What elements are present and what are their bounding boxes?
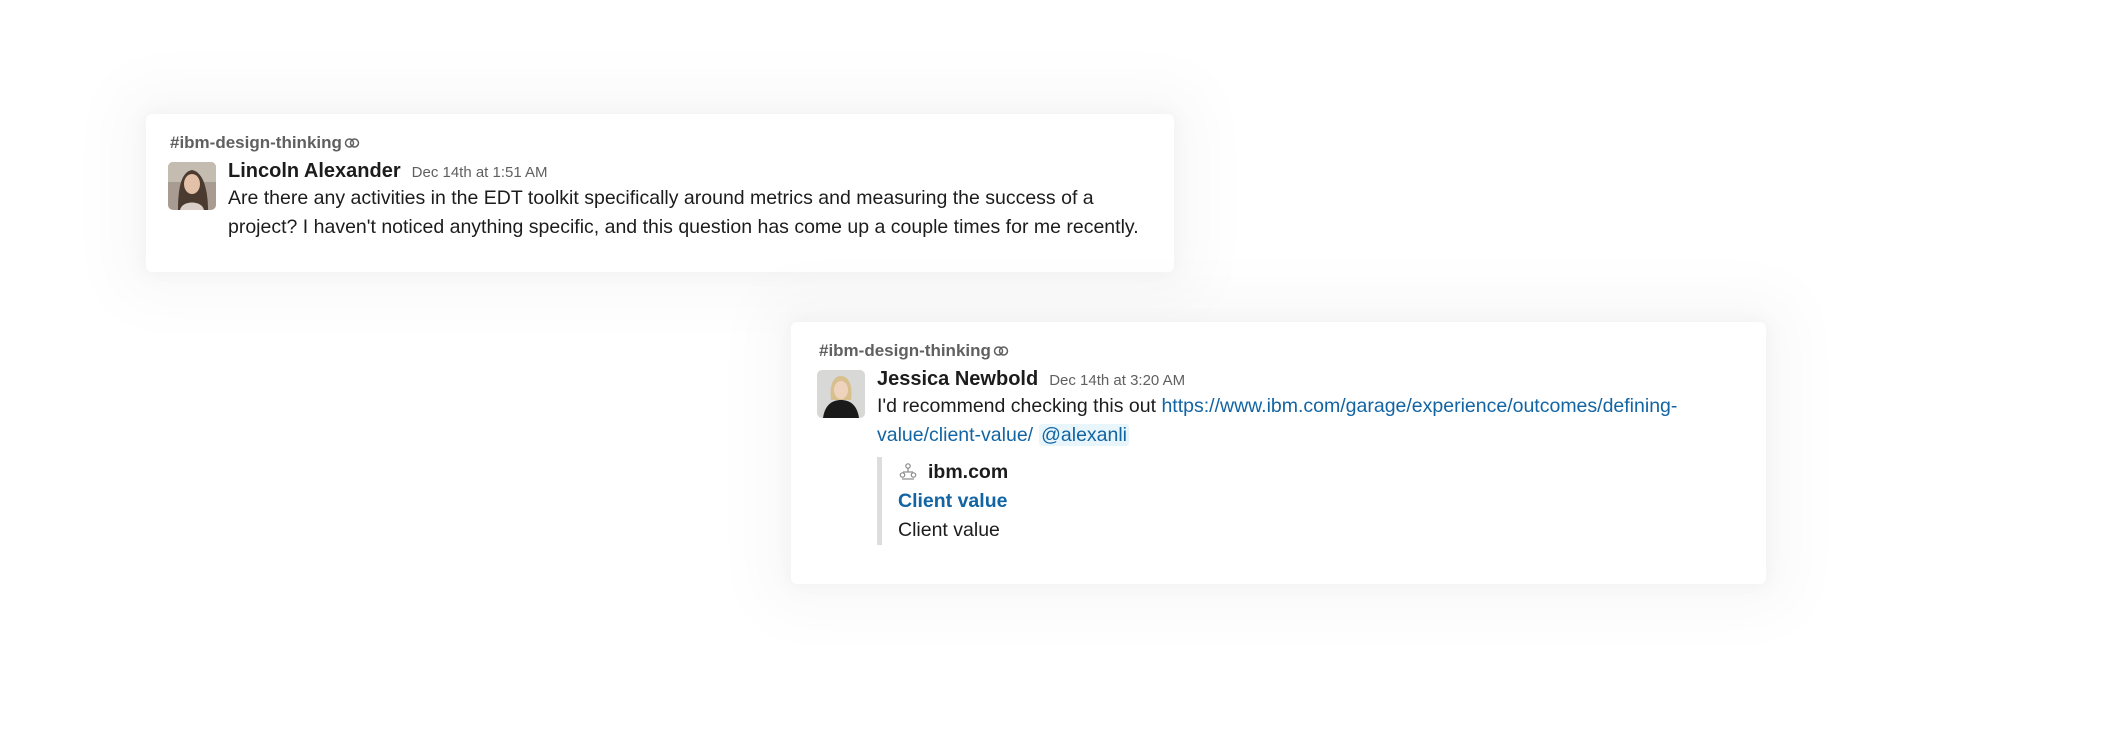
- message-link[interactable]: https://www.ibm.com/garage/experience/ou…: [1161, 395, 1677, 417]
- message: Lincoln Alexander Dec 14th at 1:51 AM Ar…: [168, 160, 1152, 242]
- message-text-line: project? I haven't noticed anything spec…: [228, 216, 1139, 238]
- channel-link[interactable]: #ibm-design-thinking: [819, 341, 1744, 361]
- channel-name[interactable]: #ibm-design-thinking: [170, 133, 342, 153]
- message-card-lincoln: #ibm-design-thinking Lincoln Alexander D…: [146, 114, 1174, 272]
- shared-channel-icon: [344, 137, 360, 149]
- message-timestamp[interactable]: Dec 14th at 1:51 AM: [412, 164, 548, 181]
- message-link-continued[interactable]: value/client-value/: [877, 424, 1033, 446]
- author-name[interactable]: Jessica Newbold: [877, 368, 1038, 391]
- avatar[interactable]: [817, 370, 865, 418]
- avatar[interactable]: [168, 162, 216, 210]
- ibm-site-icon: [898, 462, 918, 482]
- shared-channel-icon: [993, 345, 1009, 357]
- message-card-jessica: #ibm-design-thinking Jessica Newbold Dec…: [791, 322, 1766, 584]
- unfurl-site-name: ibm.com: [928, 460, 1009, 483]
- link-unfurl: ibm.com Client value Client value: [877, 457, 1744, 545]
- message-timestamp[interactable]: Dec 14th at 3:20 AM: [1049, 372, 1185, 389]
- channel-name[interactable]: #ibm-design-thinking: [819, 341, 991, 361]
- message-text: I'd recommend checking this out https://…: [877, 392, 1744, 450]
- message: Jessica Newbold Dec 14th at 3:20 AM I'd …: [817, 368, 1744, 545]
- user-mention[interactable]: @alexanli: [1039, 424, 1130, 446]
- message-text-prefix: I'd recommend checking this out: [877, 395, 1162, 417]
- unfurl-title-link[interactable]: Client value: [898, 486, 1744, 516]
- unfurl-description: Client value: [898, 519, 1000, 541]
- message-text: Are there any activities in the EDT tool…: [228, 184, 1152, 242]
- message-text-line: Are there any activities in the EDT tool…: [228, 187, 1094, 209]
- author-name[interactable]: Lincoln Alexander: [228, 160, 401, 183]
- channel-link[interactable]: #ibm-design-thinking: [170, 133, 1152, 153]
